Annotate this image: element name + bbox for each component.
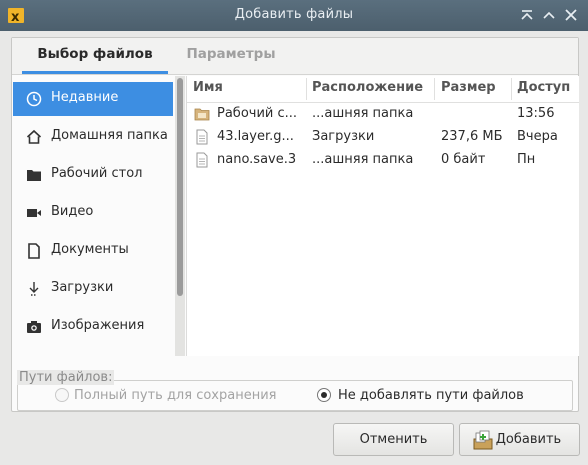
file-size: 237,6 МБ <box>441 129 503 144</box>
sidebar-item-home[interactable]: Домашняя папка <box>13 120 173 154</box>
file-access: Пн <box>517 152 536 167</box>
sidebar-item-label: Рабочий стол <box>51 166 143 181</box>
file-row[interactable]: Рабочий с... ...ашняя папка 13:56 <box>187 103 579 126</box>
tab-file-selection[interactable]: Выбор файлов <box>22 38 168 74</box>
file-name: nano.save.3 <box>217 152 297 167</box>
file-name: Рабочий с... <box>217 106 298 121</box>
sidebar-item-label: Документы <box>51 242 129 257</box>
column-header-location[interactable]: Расположение <box>312 80 423 95</box>
recent-clock-icon <box>26 91 42 107</box>
radio-no-paths-label[interactable]: Не добавлять пути файлов <box>338 388 524 403</box>
column-header-access[interactable]: Доступ <box>517 80 570 95</box>
sidebar-item-recent[interactable]: Недавние <box>13 82 173 116</box>
sidebar-item-label: Домашняя папка <box>51 128 168 143</box>
window-titlebar[interactable]: x Добавить файлы <box>0 0 588 31</box>
sidebar-item-pictures[interactable]: Изображения <box>13 310 173 344</box>
file-row[interactable]: 43.layer.g... Загрузки 237,6 МБ Вчера <box>187 126 579 149</box>
file-row[interactable]: nano.save.3 ...ашняя папка 0 байт Пн <box>187 149 579 172</box>
camera-icon <box>26 319 42 335</box>
column-separator <box>511 78 512 100</box>
column-header-size[interactable]: Размер <box>441 80 496 95</box>
file-chooser-panel: Выбор файлов Параметры Недавние Домашняя… <box>11 37 579 412</box>
sidebar-item-video[interactable]: Видео <box>13 196 173 230</box>
radio-full-path <box>55 388 69 402</box>
column-separator <box>306 78 307 100</box>
file-size: 0 байт <box>441 152 486 167</box>
video-icon <box>26 205 42 221</box>
radio-full-path-label: Полный путь для сохранения <box>74 388 277 403</box>
file-icon <box>194 129 210 145</box>
file-paths-label: Пути файлов: <box>17 370 115 385</box>
add-button[interactable]: Добавить <box>459 423 580 456</box>
folder-icon <box>26 167 42 183</box>
column-separator <box>434 78 435 100</box>
file-location: ...ашняя папка <box>312 152 414 167</box>
window-title: Добавить файлы <box>234 7 354 22</box>
folder-icon <box>194 106 210 122</box>
file-name: 43.layer.g... <box>217 129 294 144</box>
tab-bar: Выбор файлов Параметры <box>12 38 578 75</box>
scrollbar-thumb[interactable] <box>177 78 183 296</box>
sidebar-item-label: Загрузки <box>51 280 114 295</box>
cancel-button-label: Отменить <box>359 432 428 447</box>
file-location: Загрузки <box>312 129 375 144</box>
maximize-icon[interactable] <box>540 6 558 24</box>
sidebar-item-documents[interactable]: Документы <box>13 234 173 268</box>
minimize-icon[interactable] <box>518 6 536 24</box>
sidebar-item-label: Изображения <box>51 318 145 333</box>
cancel-button[interactable]: Отменить <box>333 423 454 456</box>
add-button-label: Добавить <box>495 432 562 447</box>
download-icon <box>26 281 42 297</box>
sidebar-item-downloads[interactable]: Загрузки <box>13 272 173 306</box>
file-location: ...ашняя папка <box>312 106 414 121</box>
sidebar-item-desktop[interactable]: Рабочий стол <box>13 158 173 192</box>
file-icon <box>194 152 210 168</box>
sidebar-item-label: Недавние <box>51 90 119 105</box>
file-access: Вчера <box>517 129 558 144</box>
close-icon[interactable] <box>562 6 580 24</box>
file-access: 13:56 <box>517 106 555 121</box>
sidebar-scrollbar[interactable] <box>175 76 185 356</box>
tab-parameters[interactable]: Параметры <box>172 38 290 74</box>
radio-no-paths[interactable] <box>317 388 331 402</box>
file-list: Имя Расположение Размер Доступ Рабочий с… <box>186 76 579 356</box>
document-icon <box>26 243 42 259</box>
home-icon <box>26 129 42 145</box>
places-sidebar: Недавние Домашняя папка Рабочий стол Вид… <box>13 78 173 356</box>
column-header-name[interactable]: Имя <box>193 80 223 95</box>
file-list-header: Имя Расположение Размер Доступ <box>187 76 579 103</box>
sidebar-item-label: Видео <box>51 204 94 219</box>
